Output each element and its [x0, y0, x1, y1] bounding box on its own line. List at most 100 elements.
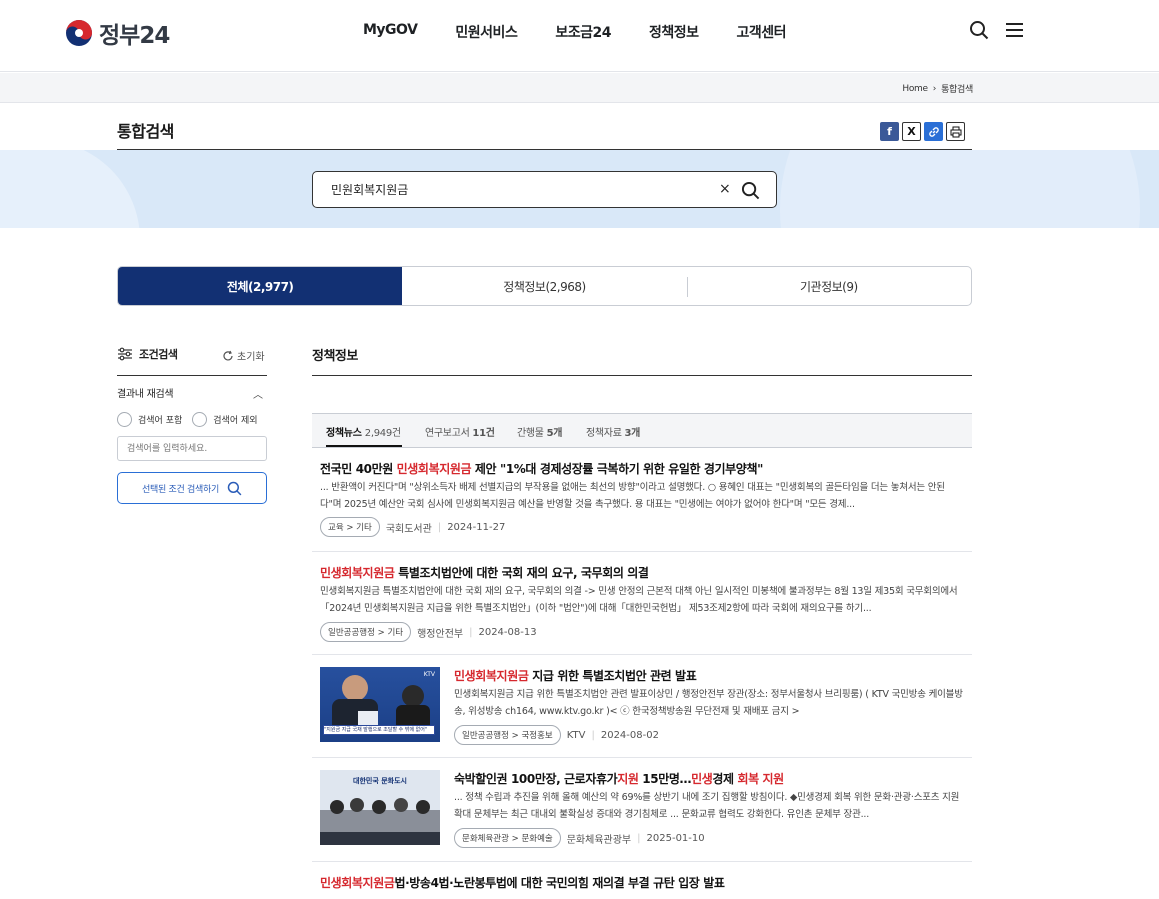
meta-divider: |	[591, 729, 595, 741]
result-item: 민생회복지원금법·방송4법·노란봉투법에 대한 국민의힘 재의결 부결 규탄 입…	[312, 862, 972, 899]
nav-policy-info[interactable]: 정책정보	[649, 22, 699, 42]
result-title[interactable]: 숙박할인권 100만장, 근로자휴가지원 15만명…민생경제 회복 지원	[454, 770, 784, 787]
result-item: 전국민 40만원 민생회복지원금 제안 "1%대 경제성장률 극복하기 위한 유…	[312, 448, 972, 552]
meta-divider: |	[437, 521, 442, 533]
tab-policy-info[interactable]: 정책정보(2,968)	[402, 267, 686, 305]
title-highlight: 민생회복지원금	[396, 462, 472, 476]
logo[interactable]: 정부24	[65, 16, 170, 50]
result-thumbnail[interactable]: KTV "지원금 지급 국채 발행으로 조달할 수 밖에 없어"	[320, 667, 440, 742]
search-icon	[227, 481, 242, 495]
tab-agency-info[interactable]: 기관정보(9)	[686, 267, 971, 305]
source: 행정안전부	[417, 628, 464, 640]
title-text: 법·방송4법·노란봉투법에 대한 국민의힘 재의결 부결 규탄 입장 발표	[394, 876, 725, 890]
title-highlight: 회복 지원	[737, 772, 784, 786]
subtab-research-report[interactable]: 연구보고서 11건	[425, 424, 495, 439]
taegeuk-icon	[66, 20, 92, 46]
chevron-up-icon[interactable]: ︿	[253, 386, 263, 401]
result-meta: 문화체육관광 > 문화예술 문화체육관광부 | 2025-01-10	[454, 828, 705, 848]
result-description: 민생회복지원금 특별조치법안에 대한 국회 재의 요구, 국무회의 의결 -> …	[320, 586, 958, 614]
nav-mygov[interactable]: MyGOV	[363, 22, 418, 42]
subtab-label: 연구보고서	[425, 428, 470, 439]
apply-filter-button[interactable]: 선택된 조건 검색하기	[117, 472, 267, 504]
subtab-count: 11건	[472, 428, 495, 439]
result-title[interactable]: 민생회복지원금 특별조치법안에 대한 국회 재의 요구, 국무회의 의결	[320, 564, 649, 581]
person-head	[350, 798, 364, 812]
nav-civil-service[interactable]: 민원서비스	[455, 22, 517, 42]
subtab-label: 정책자료	[586, 428, 622, 439]
meta-divider: |	[469, 626, 473, 638]
subtab-label: 간행물	[517, 428, 544, 439]
result-meta: 교육 > 기타 국회도서관 | 2024-11-27	[320, 517, 505, 537]
category-tag[interactable]: 일반공공행정 > 국정홍보	[454, 725, 561, 745]
reset-button[interactable]: 초기화	[222, 348, 265, 363]
subtab-policy-news[interactable]: 정책뉴스 2,949건	[326, 424, 401, 439]
subtab-publication[interactable]: 간행물 5개	[517, 424, 562, 439]
source: KTV	[566, 729, 586, 741]
result-title[interactable]: 민생회복지원금법·방송4법·노란봉투법에 대한 국민의힘 재의결 부결 규탄 입…	[320, 874, 725, 891]
search-icon[interactable]	[969, 20, 989, 40]
logo-text: 정부24	[99, 23, 170, 49]
title-text: 특별조치법안에 대한 국회 재의 요구, 국무회의 의결	[394, 566, 649, 580]
title-text: 15만명…	[638, 772, 692, 786]
nav-subsidy[interactable]: 보조금24	[555, 22, 611, 42]
search-band: ×	[0, 150, 1159, 228]
person-head	[416, 800, 430, 814]
subtab-count: 3개	[624, 428, 641, 439]
search-submit-icon[interactable]	[741, 181, 760, 200]
result-description: ... 반환액이 커진다"며 "상위소득자 배제 선별지급의 부작용을 없애는 …	[320, 482, 945, 510]
person-head	[394, 798, 408, 812]
radio-exclude[interactable]: 검색어 제외	[192, 412, 258, 427]
hamburger-menu-icon[interactable]	[1006, 22, 1023, 38]
title-text: 지급 위한 특별조치법안 관련 발표	[528, 669, 697, 683]
result-title[interactable]: 민생회복지원금 지급 위한 특별조치법안 관련 발표	[454, 667, 697, 684]
person-head	[330, 800, 344, 814]
date: 2024-08-13	[478, 626, 537, 638]
title-highlight: 민생회복지원금	[454, 669, 529, 683]
podium	[358, 711, 378, 725]
nav-customer-center[interactable]: 고객센터	[736, 22, 786, 42]
title-highlight: 지원	[617, 772, 639, 786]
filter-sliders-icon	[118, 347, 132, 361]
search-input[interactable]	[331, 182, 711, 196]
breadcrumb-home[interactable]: Home	[902, 84, 928, 94]
breadcrumb-bar: Home › 통합검색	[0, 73, 1159, 103]
link-copy-icon[interactable]	[924, 122, 943, 141]
search-box: ×	[312, 171, 777, 208]
chevron-right-icon: ›	[932, 83, 937, 94]
result-title[interactable]: 전국민 40만원 민생회복지원금 제안 "1%대 경제성장률 극복하기 위한 유…	[320, 460, 763, 477]
link-icon	[928, 126, 939, 137]
category-tag[interactable]: 교육 > 기타	[320, 517, 380, 537]
interpreter-head	[402, 685, 424, 707]
radio-include-circle	[117, 412, 132, 427]
thumb-caption: "지원금 지급 국채 발행으로 조달할 수 밖에 없어"	[323, 725, 435, 735]
clear-icon[interactable]: ×	[719, 181, 731, 197]
source: 문화체육관광부	[566, 834, 632, 846]
speaker-head	[342, 675, 368, 701]
x-twitter-icon[interactable]: X	[902, 122, 921, 141]
result-thumbnail[interactable]: 대한민국 문화도시	[320, 770, 440, 845]
result-tabs: 전체(2,977) 정책정보(2,968) 기관정보(9)	[117, 266, 972, 306]
date: 2025-01-10	[646, 832, 705, 844]
filter-title: 조건검색	[139, 348, 178, 361]
tab-all[interactable]: 전체(2,977)	[118, 267, 403, 305]
result-item: KTV "지원금 지급 국채 발행으로 조달할 수 밖에 없어" 민생회복지원금…	[312, 655, 972, 758]
filter-divider	[117, 375, 267, 376]
result-meta: 일반공공행정 > 기타 행정안전부 | 2024-08-13	[320, 622, 537, 642]
facebook-icon[interactable]: f	[880, 122, 899, 141]
print-icon[interactable]	[946, 122, 965, 141]
result-item: 민생회복지원금 특별조치법안에 대한 국회 재의 요구, 국무회의 의결 민생회…	[312, 552, 972, 655]
title-text: 제안 "1%대 경제성장률 극복하기 위한 유일한 경기부양책"	[471, 462, 763, 476]
title-highlight: 민생	[691, 772, 713, 786]
share-buttons: f X	[880, 122, 965, 141]
tab-agency-info-label: 기관정보(9)	[799, 279, 858, 294]
result-item: 대한민국 문화도시 숙박할인권 100만장, 근로자휴가지원 15만명…민생경제…	[312, 758, 972, 862]
radio-exclude-circle	[192, 412, 208, 427]
thumb-foreground	[320, 832, 440, 845]
category-tag[interactable]: 일반공공행정 > 기타	[320, 622, 412, 642]
subtab-policy-material[interactable]: 정책자료 3개	[586, 424, 640, 439]
apply-filter-label: 선택된 조건 검색하기	[142, 484, 219, 495]
radio-include[interactable]: 검색어 포함	[117, 412, 182, 427]
printer-icon	[950, 126, 961, 137]
re-search-input[interactable]	[117, 436, 267, 461]
category-tag[interactable]: 문화체육관광 > 문화예술	[454, 828, 561, 848]
